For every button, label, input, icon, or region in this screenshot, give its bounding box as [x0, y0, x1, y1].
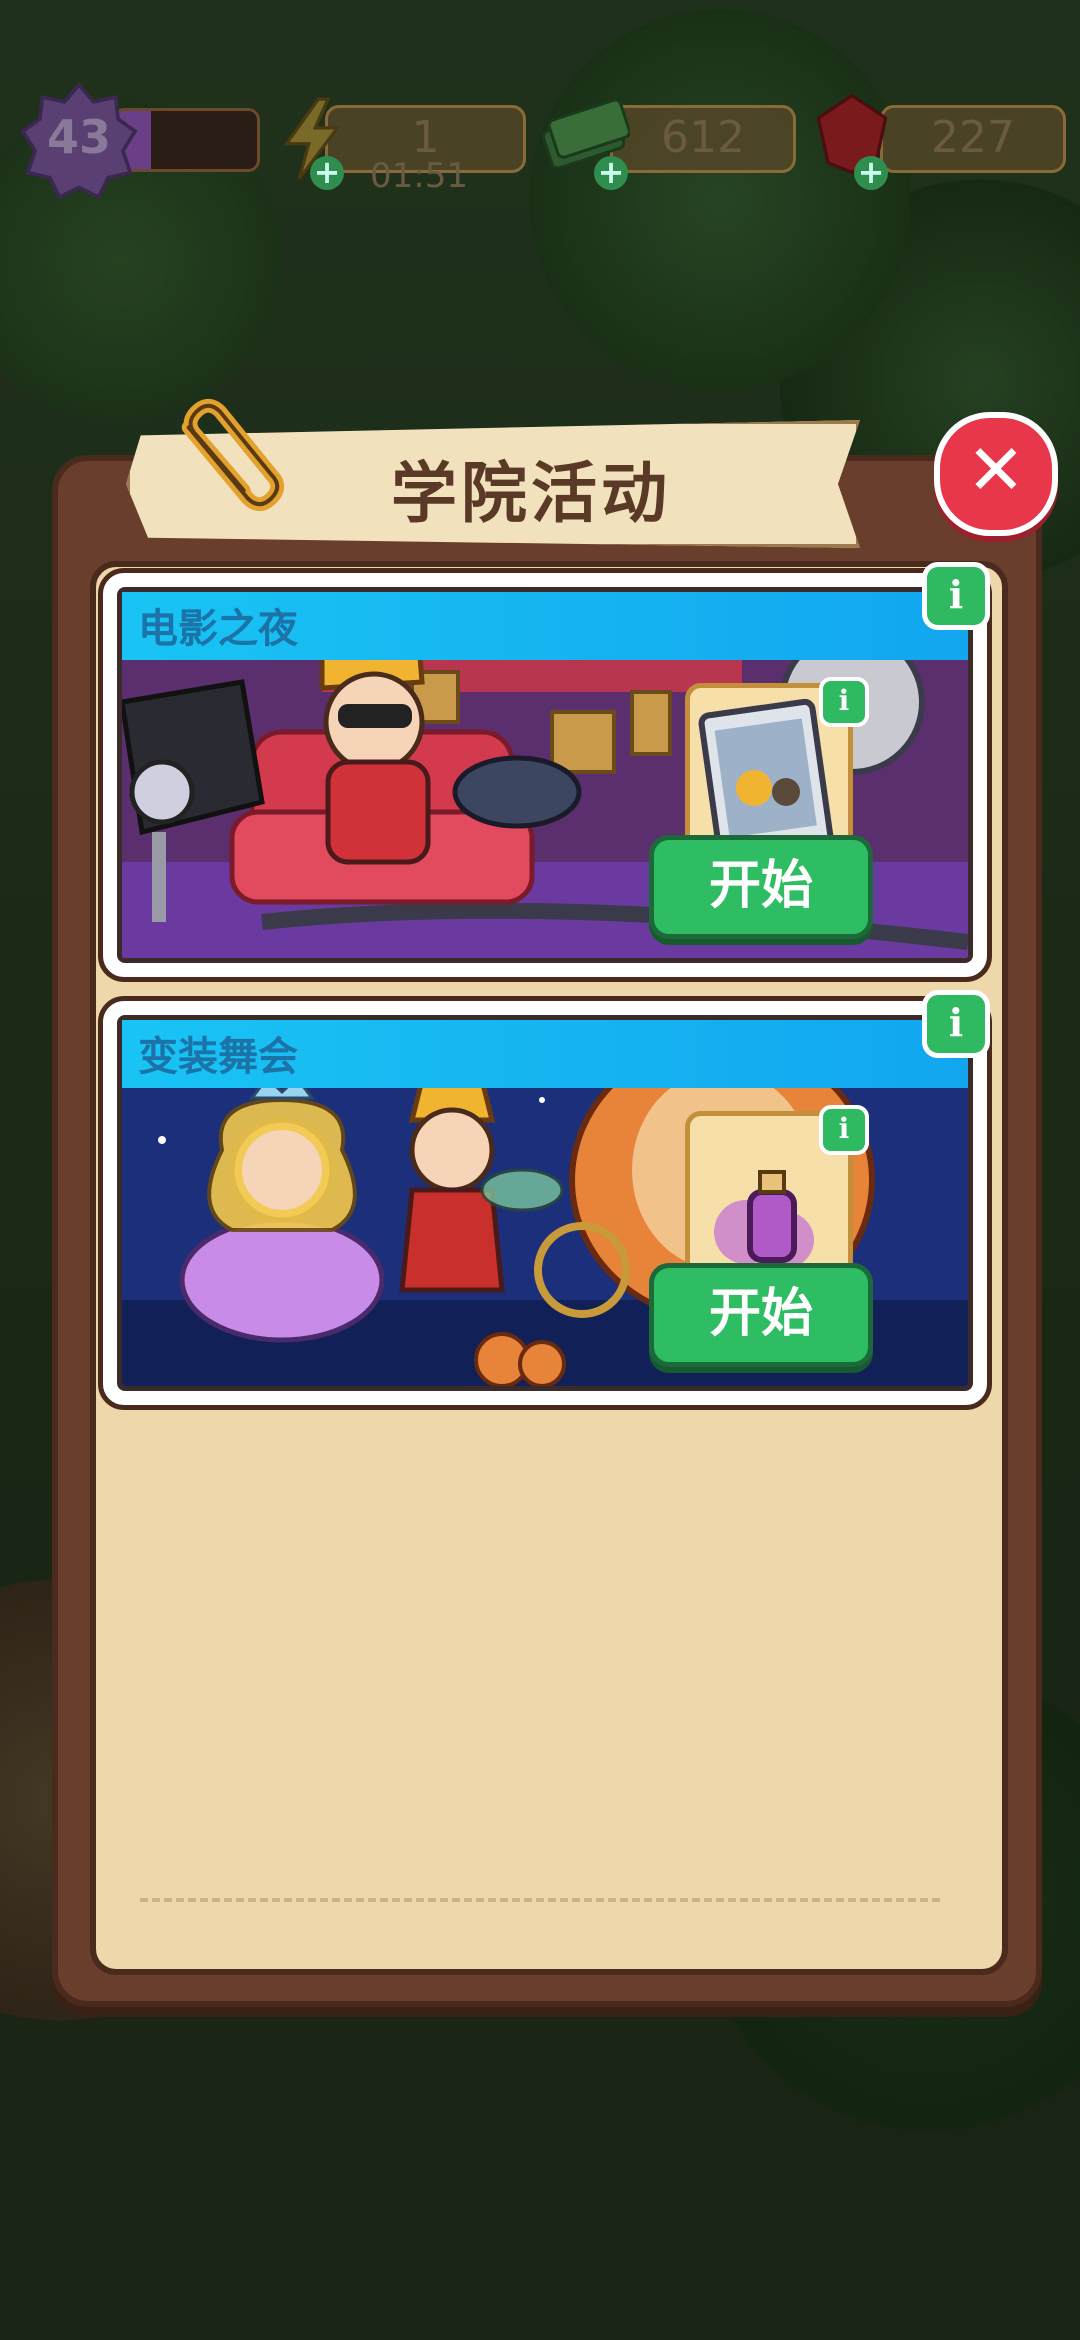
player-level: 43 — [46, 110, 111, 164]
reward-info-button-costume-ball[interactable]: i — [819, 1105, 869, 1155]
event-card-costume-ball: 变装舞会 i 开始 — [98, 996, 992, 1410]
event-info-button-costume-ball[interactable]: i — [922, 990, 990, 1058]
paperclip-icon — [181, 398, 285, 512]
event-header-costume-ball: 变装舞会 — [122, 1020, 968, 1088]
gems-value: 227 — [931, 112, 1015, 163]
event-title-movie-night: 电影之夜 — [138, 606, 298, 652]
add-energy-button[interactable]: + — [310, 156, 344, 190]
event-info-button-movie-night[interactable]: i — [922, 562, 990, 630]
close-button[interactable]: ✕ — [934, 412, 1058, 536]
add-cash-button[interactable]: + — [594, 156, 628, 190]
event-card-movie-night: 电影之夜 i 开始 — [98, 568, 992, 982]
energy-timer: 01:51 — [370, 156, 468, 196]
start-button-costume-ball[interactable]: 开始 — [649, 1263, 873, 1367]
event-title-costume-ball: 变装舞会 — [138, 1034, 298, 1080]
start-button-movie-night[interactable]: 开始 — [649, 835, 873, 939]
cash-counter[interactable]: 612 — [610, 105, 796, 173]
list-end-divider — [140, 1898, 940, 1902]
cash-value: 612 — [661, 112, 745, 163]
gems-counter[interactable]: 227 — [880, 105, 1066, 173]
add-gems-button[interactable]: + — [854, 156, 888, 190]
event-header-movie-night: 电影之夜 — [122, 592, 968, 660]
reward-info-button-movie-night[interactable]: i — [819, 677, 869, 727]
